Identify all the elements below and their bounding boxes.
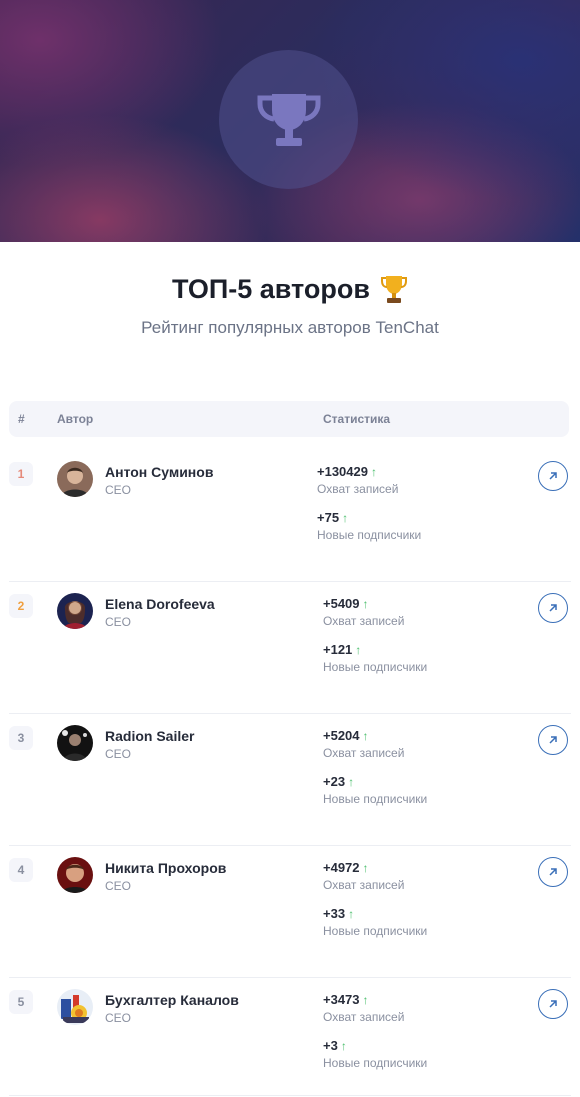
arrow-up-icon: ↑ — [348, 775, 355, 789]
trophy-icon — [257, 93, 320, 146]
author-role: CEO — [105, 1011, 132, 1025]
avatar[interactable] — [57, 857, 93, 893]
stat-subscribers-label: Новые подписчики — [317, 528, 422, 542]
stat-subscribers: +33 ↑ Новые подписчики — [323, 906, 427, 938]
stat-reach-label: Охват записей — [317, 482, 399, 496]
stat-reach-label: Охват записей — [323, 746, 405, 760]
arrow-up-right-icon — [549, 736, 557, 744]
stat-reach-value: +4972 — [323, 860, 360, 875]
page-subtitle: Рейтинг популярных авторов TenChat — [141, 318, 439, 337]
table-row: 4 Никита Прохоров CEO +4972 ↑ Охват запис… — [9, 845, 571, 978]
arrow-up-icon: ↑ — [370, 465, 377, 479]
open-author-button[interactable] — [538, 989, 568, 1019]
open-author-button[interactable] — [538, 857, 568, 887]
author-role: CEO — [105, 747, 132, 761]
stat-reach: +4972 ↑ Охват записей — [323, 860, 404, 892]
stat-subscribers: +121 ↑ Новые подписчики — [323, 642, 427, 674]
author-role: CEO — [105, 615, 132, 629]
column-stats-header: Статистика — [323, 412, 391, 426]
arrow-up-right-icon — [549, 868, 557, 876]
stat-subscribers-value: +121 — [323, 642, 353, 657]
column-rank-header: # — [18, 412, 25, 426]
author-name[interactable]: Бухгалтер Каналов — [105, 992, 239, 1008]
author-name[interactable]: Антон Суминов — [105, 464, 213, 480]
stat-reach-label: Охват записей — [323, 1010, 405, 1024]
stat-subscribers: +75 ↑ Новые подписчики — [317, 510, 421, 542]
author-name[interactable]: Radion Sailer — [105, 728, 194, 744]
avatar[interactable] — [57, 593, 93, 629]
stat-reach: +130429 ↑ Охват записей — [317, 464, 398, 496]
stat-subscribers-value: +75 — [317, 510, 340, 525]
page-title-text: ТОП-5 авторов — [172, 273, 370, 304]
arrow-up-right-icon — [549, 604, 557, 612]
stat-subscribers-label: Новые подписчики — [323, 660, 428, 674]
rank-badge: 4 — [9, 858, 33, 882]
stat-subscribers: +3 ↑ Новые подписчики — [323, 1038, 427, 1070]
stat-subscribers: +23 ↑ Новые подписчики — [323, 774, 427, 806]
stat-reach-value: +5409 — [323, 596, 360, 611]
page-title: ТОП-5 авторов — [0, 272, 580, 306]
stat-reach-value: +3473 — [323, 992, 360, 1007]
stat-reach-label: Охват записей — [323, 614, 405, 628]
table-row: 3 Radion Sailer CEO +5204 ↑ Охват записей… — [9, 713, 571, 846]
open-author-button[interactable] — [538, 461, 568, 491]
stat-subscribers-label: Новые подписчики — [323, 1056, 428, 1070]
avatar[interactable] — [57, 989, 93, 1025]
avatar[interactable] — [57, 725, 93, 761]
rank-badge: 5 — [9, 990, 33, 1014]
stat-subscribers-value: +3 — [323, 1038, 338, 1053]
hero-banner — [0, 0, 580, 242]
table-row: 1 Антон Суминов CEO +130429 ↑ Охват запис… — [9, 449, 571, 582]
open-author-button[interactable] — [538, 725, 568, 755]
arrow-up-icon: ↑ — [362, 729, 369, 743]
table-header: # Автор Статистика — [9, 401, 569, 437]
stat-subscribers-label: Новые подписчики — [323, 924, 428, 938]
author-role: CEO — [105, 483, 132, 497]
stat-subscribers-value: +33 — [323, 906, 346, 921]
rank-badge: 1 — [9, 462, 33, 486]
stat-reach: +5204 ↑ Охват записей — [323, 728, 404, 760]
open-author-button[interactable] — [538, 593, 568, 623]
author-name[interactable]: Никита Прохоров — [105, 860, 226, 876]
trophy-emoji-icon — [380, 276, 407, 303]
arrow-up-icon: ↑ — [362, 597, 369, 611]
stat-subscribers-label: Новые подписчики — [323, 792, 428, 806]
rank-badge: 3 — [9, 726, 33, 750]
avatar[interactable] — [57, 461, 93, 497]
author-name[interactable]: Elena Dorofeeva — [105, 596, 215, 612]
stat-reach-label: Охват записей — [323, 878, 405, 892]
table-row: 2 Elena Dorofeeva CEO +5409 ↑ Охват запис… — [9, 581, 571, 714]
stat-reach: +5409 ↑ Охват записей — [323, 596, 404, 628]
column-author-header: Автор — [57, 412, 94, 426]
stat-subscribers-value: +23 — [323, 774, 346, 789]
trophy-badge — [219, 50, 358, 189]
rank-badge: 2 — [9, 594, 33, 618]
arrow-up-right-icon — [549, 472, 557, 480]
author-role: CEO — [105, 879, 132, 893]
arrow-up-icon: ↑ — [362, 861, 369, 875]
stat-reach-value: +5204 — [323, 728, 360, 743]
arrow-up-icon: ↑ — [355, 643, 362, 657]
stat-reach-value: +130429 — [317, 464, 368, 479]
arrow-up-icon: ↑ — [348, 907, 355, 921]
arrow-up-icon: ↑ — [362, 993, 369, 1007]
stat-reach: +3473 ↑ Охват записей — [323, 992, 404, 1024]
arrow-up-icon: ↑ — [342, 511, 349, 525]
table-row: 5 Бухгалтер Каналов CEO +3473 ↑ Охват зап… — [9, 977, 571, 1096]
arrow-up-right-icon — [549, 1000, 557, 1008]
arrow-up-icon: ↑ — [340, 1039, 347, 1053]
